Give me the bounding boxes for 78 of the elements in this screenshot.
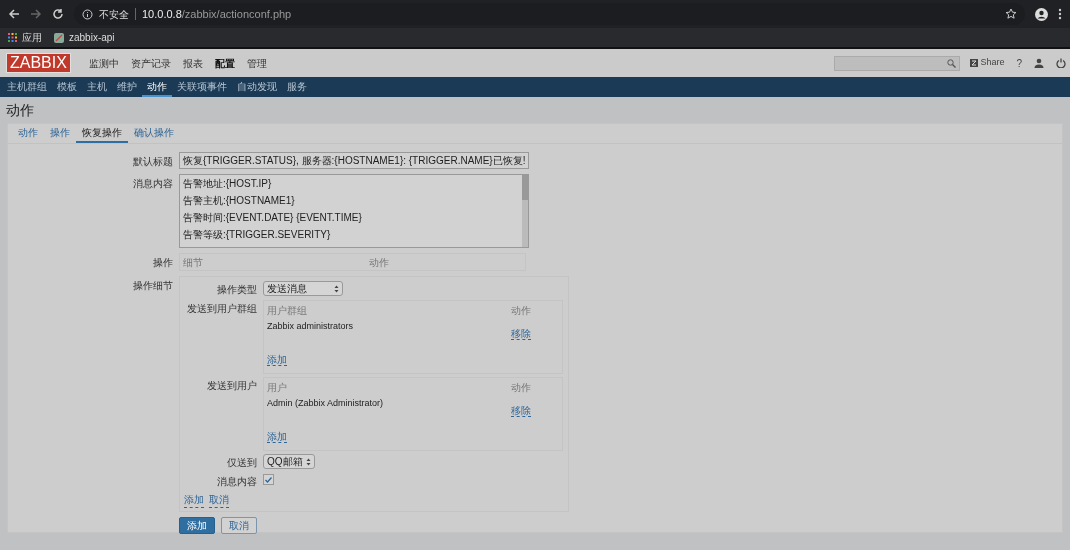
sub-menu-item[interactable]: 主机群组 [2,77,52,97]
cancel-button[interactable]: 取消 [221,517,257,534]
column-header: 细节 [183,255,204,270]
security-label: 不安全 [99,7,129,22]
check-icon [265,476,272,483]
field-label: 消息内容 [132,177,173,191]
z-logo-icon [970,59,979,67]
tab[interactable]: 动作 [12,124,44,143]
add-button[interactable]: 添加 [179,517,215,534]
updown-arrow-icon [306,457,311,466]
field-label: 操作类型 [216,283,257,297]
column-header: 用户群组 [267,304,308,318]
message-line: 告警地址:{HOST.IP} [183,178,273,189]
form-link[interactable]: 添加 [184,492,204,508]
updown-arrow-icon [334,284,339,293]
back-icon[interactable] [8,8,20,20]
dropdown[interactable]: 发送消息 [263,281,343,296]
main-menu-item[interactable]: 资产记录 [124,55,177,71]
column-header: 动作 [369,255,389,270]
main-menu-item[interactable]: 管理 [240,55,273,71]
main-menu-item[interactable]: 报表 [176,55,209,71]
more-icon[interactable] [1058,8,1062,20]
dropdown[interactable]: QQ邮箱 [263,454,315,469]
table-cell-text: Admin (Zabbix Administrator) [267,397,385,410]
message-line: 告警主机:{HOSTNAME1} [183,195,296,206]
field-label: 消息内容 [216,475,257,489]
scrollbar-thumb[interactable] [522,175,528,200]
table-cell-text: Zabbix administrators [267,320,355,333]
sub-menu-item[interactable]: 维护 [112,77,142,97]
message-textarea[interactable]: 告警地址:{HOST.IP} 告警主机:{HOSTNAME1} 告警时间:{EVENT.DATE} {EVENT.TIME} 告警等级:{TRIGGER.SEVERITY} [179,174,529,248]
help-button[interactable]: ? [1016,55,1022,71]
message-line: 告警等级:{TRIGGER.SEVERITY} [183,229,332,240]
power-icon[interactable] [1056,58,1066,68]
remove-link[interactable]: 移除 [511,405,531,417]
share-button[interactable]: Share [970,56,1005,70]
sub-menu-item[interactable]: 动作 [142,77,172,97]
field-label: 操作细节 [132,279,173,293]
search-icon [947,58,957,68]
forward-icon[interactable] [30,8,42,20]
field-label: 发送到用户 [206,379,257,393]
add-link[interactable]: 添加 [267,431,287,443]
form-link[interactable]: 取消 [209,492,229,508]
sub-menu-item[interactable]: 自动发现 [232,77,282,97]
search-field[interactable] [834,55,961,71]
column-header: 动作 [511,381,532,395]
user-icon[interactable] [1034,58,1044,68]
message-line: 告警时间:{EVENT.DATE} {EVENT.TIME} [183,212,363,223]
tab[interactable]: 操作 [44,124,76,143]
add-link[interactable]: 添加 [267,354,287,366]
address-bar[interactable]: 不安全 10.0.0.8/zabbix/actionconf.php [74,3,1025,25]
column-header: 动作 [511,304,532,318]
star-icon[interactable] [1005,8,1017,20]
field-label: 默认标题 [132,155,173,169]
sub-menu-item[interactable]: 关联项事件 [172,77,232,97]
tab[interactable]: 确认操作 [128,124,180,143]
column-header: 用户 [267,381,288,395]
checkbox[interactable] [263,474,274,485]
account-icon[interactable] [1035,7,1048,21]
url-text: 10.0.0.8/zabbix/actionconf.php [142,6,292,22]
page-title: 动作 [5,100,35,120]
sub-menu-item[interactable]: 服务 [282,77,312,97]
field-label: 操作 [152,256,173,270]
remove-link[interactable]: 移除 [511,328,531,340]
main-menu-item[interactable]: 监测中 [82,55,125,71]
bookmark-link[interactable]: zabbix-api [69,30,115,45]
sub-menu-item[interactable]: 模板 [52,77,82,97]
field-label: 仅送到 [226,456,257,470]
bookmark-link[interactable]: 应用 [22,30,42,45]
info-icon [82,8,93,20]
scrollbar[interactable] [522,175,528,247]
sub-menu-item[interactable]: 主机 [82,77,112,97]
reload-icon[interactable] [52,8,64,20]
tab[interactable]: 恢复操作 [76,124,128,143]
apps-icon[interactable] [8,33,17,42]
zabbix-logo[interactable]: ZABBIX [6,53,71,73]
subject-field[interactable]: 恢复{TRIGGER.STATUS}, 服务器:{HOSTNAME1}: {TRIGGER.NAME}已恢复! [179,152,529,169]
field-label: 发送到用户群组 [186,302,257,316]
main-menu-item[interactable]: 配置 [208,55,241,71]
